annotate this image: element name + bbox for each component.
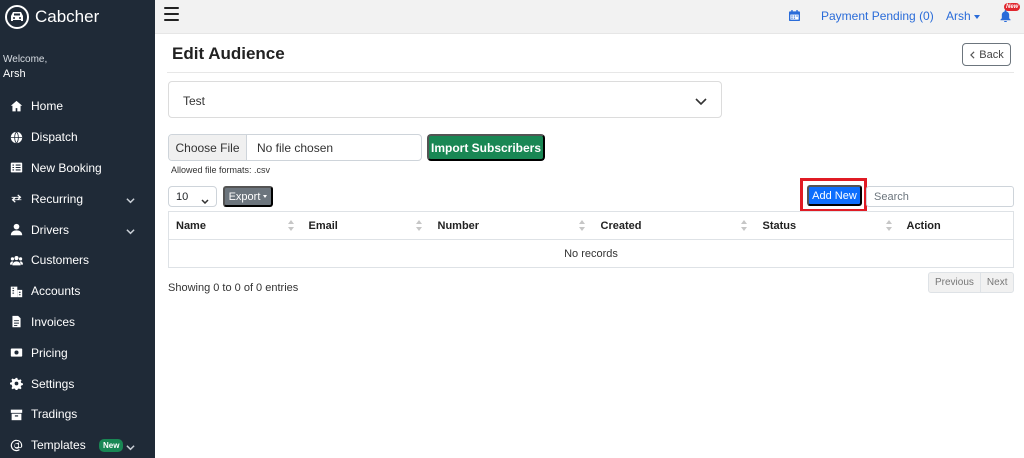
sidebar-item-recurring[interactable]: Recurring: [0, 183, 155, 214]
sidebar-item-tradings[interactable]: Tradings: [0, 399, 155, 430]
globe-icon: [9, 130, 23, 144]
file-input[interactable]: Choose File No file chosen: [168, 134, 422, 161]
gear-icon: [9, 377, 23, 391]
previous-page-button[interactable]: Previous: [929, 273, 980, 292]
caret-down-icon: [973, 14, 980, 19]
caret-down-icon: [263, 195, 268, 198]
chevron-down-icon: [126, 194, 135, 204]
money-icon: [9, 346, 23, 360]
sidebar-item-label: Pricing: [31, 345, 68, 360]
welcome-text: Welcome,: [3, 54, 48, 65]
empty-table-message: No records: [564, 247, 618, 260]
user-menu-label: Arsh: [946, 9, 971, 23]
new-badge: New: [99, 438, 124, 452]
chevron-down-icon: [695, 95, 707, 106]
home-icon: [9, 99, 23, 113]
table-info-text: Showing 0 to 0 of 0 entries: [168, 282, 299, 294]
sidebar-item-label: New Booking: [31, 160, 102, 175]
repeat-icon: [9, 192, 23, 206]
sort-icon: [740, 220, 747, 231]
sidebar-item-label: Customers: [31, 253, 90, 268]
topbar: Payment Pending (0) Arsh New: [155, 0, 1024, 34]
list-icon: [9, 161, 23, 175]
sidebar: Cabcher Welcome, Arsh Home Dispatch New …: [0, 0, 155, 458]
sidebar-item-templates[interactable]: Templates New: [0, 430, 155, 458]
sort-icon: [885, 220, 892, 231]
sidebar-item-dispatch[interactable]: Dispatch: [0, 122, 155, 153]
file-name-text: No file chosen: [257, 140, 334, 155]
brand-name: Cabcher: [35, 7, 100, 26]
choose-file-button[interactable]: Choose File: [169, 135, 247, 160]
sidebar-item-new-booking[interactable]: New Booking: [0, 153, 155, 184]
column-header-action: Action: [899, 211, 1014, 240]
sidebar-item-customers[interactable]: Customers: [0, 245, 155, 276]
column-header-status[interactable]: Status: [755, 211, 900, 240]
sidebar-item-accounts[interactable]: Accounts: [0, 276, 155, 307]
table-row: No records: [169, 240, 1014, 268]
page-length-value: 10: [176, 191, 189, 203]
sidebar-item-label: Accounts: [31, 284, 81, 299]
chevron-left-icon: [970, 50, 975, 59]
car-logo-icon: [5, 5, 29, 29]
sidebar-nav: Home Dispatch New Booking Recurring Driv…: [0, 91, 155, 458]
sidebar-item-pricing[interactable]: Pricing: [0, 337, 155, 368]
pagination: Previous Next: [928, 272, 1015, 293]
column-header-number[interactable]: Number: [430, 211, 594, 240]
calendar-icon[interactable]: [789, 10, 800, 21]
next-page-button[interactable]: Next: [979, 273, 1014, 292]
sort-icon: [415, 220, 422, 231]
page-title: Edit Audience: [172, 44, 285, 63]
column-header-name[interactable]: Name: [168, 211, 302, 240]
box-icon: [9, 407, 23, 421]
sidebar-item-invoices[interactable]: Invoices: [0, 307, 155, 338]
export-button[interactable]: Export: [223, 186, 273, 207]
divider: [167, 72, 1014, 73]
bell-icon[interactable]: [1000, 10, 1012, 23]
back-button-label: Back: [979, 48, 1004, 61]
search-input[interactable]: [866, 186, 1014, 207]
at-icon: [9, 438, 23, 452]
page-length-select[interactable]: 10: [168, 186, 217, 207]
users-icon: [9, 253, 23, 267]
hamburger-menu-icon[interactable]: [164, 7, 179, 21]
notification-badge: New: [1004, 3, 1021, 11]
chevron-down-icon: [201, 195, 209, 205]
user-icon: [9, 223, 23, 237]
sidebar-item-label: Templates: [31, 438, 86, 453]
brand[interactable]: Cabcher: [0, 0, 155, 34]
export-button-label: Export: [228, 190, 261, 203]
sidebar-item-label: Drivers: [31, 222, 69, 237]
sidebar-item-label: Recurring: [31, 191, 84, 206]
audience-select[interactable]: Test: [168, 81, 722, 118]
sidebar-item-label: Home: [31, 99, 64, 114]
file-icon: [9, 315, 23, 329]
add-new-button[interactable]: Add New: [807, 185, 862, 206]
table-header-row: Name Email Number Created Status Action: [168, 211, 1014, 240]
payment-pending-link[interactable]: Payment Pending (0): [821, 9, 934, 23]
sidebar-item-label: Dispatch: [31, 130, 78, 145]
back-button[interactable]: Back: [962, 43, 1011, 66]
chevron-down-icon: [126, 225, 135, 235]
sidebar-item-settings[interactable]: Settings: [0, 368, 155, 399]
column-header-created[interactable]: Created: [593, 211, 756, 240]
column-header-email[interactable]: Email: [301, 211, 431, 240]
welcome-user: Arsh: [3, 68, 26, 80]
allowed-formats-text: Allowed file formats: .csv: [171, 165, 271, 175]
sidebar-item-label: Tradings: [31, 407, 78, 422]
building-icon: [9, 284, 23, 298]
sidebar-item-home[interactable]: Home: [0, 91, 155, 122]
sort-icon: [578, 220, 585, 231]
user-menu-dropdown[interactable]: Arsh: [946, 9, 980, 23]
import-subscribers-button[interactable]: Import Subscribers: [427, 134, 545, 161]
sidebar-item-drivers[interactable]: Drivers: [0, 214, 155, 245]
chevron-down-icon: [126, 441, 135, 451]
sidebar-item-label: Settings: [31, 376, 75, 391]
sidebar-item-label: Invoices: [31, 314, 76, 329]
subscribers-table: Name Email Number Created Status Action …: [168, 211, 1014, 268]
audience-select-value: Test: [183, 94, 206, 108]
sort-icon: [288, 220, 294, 231]
